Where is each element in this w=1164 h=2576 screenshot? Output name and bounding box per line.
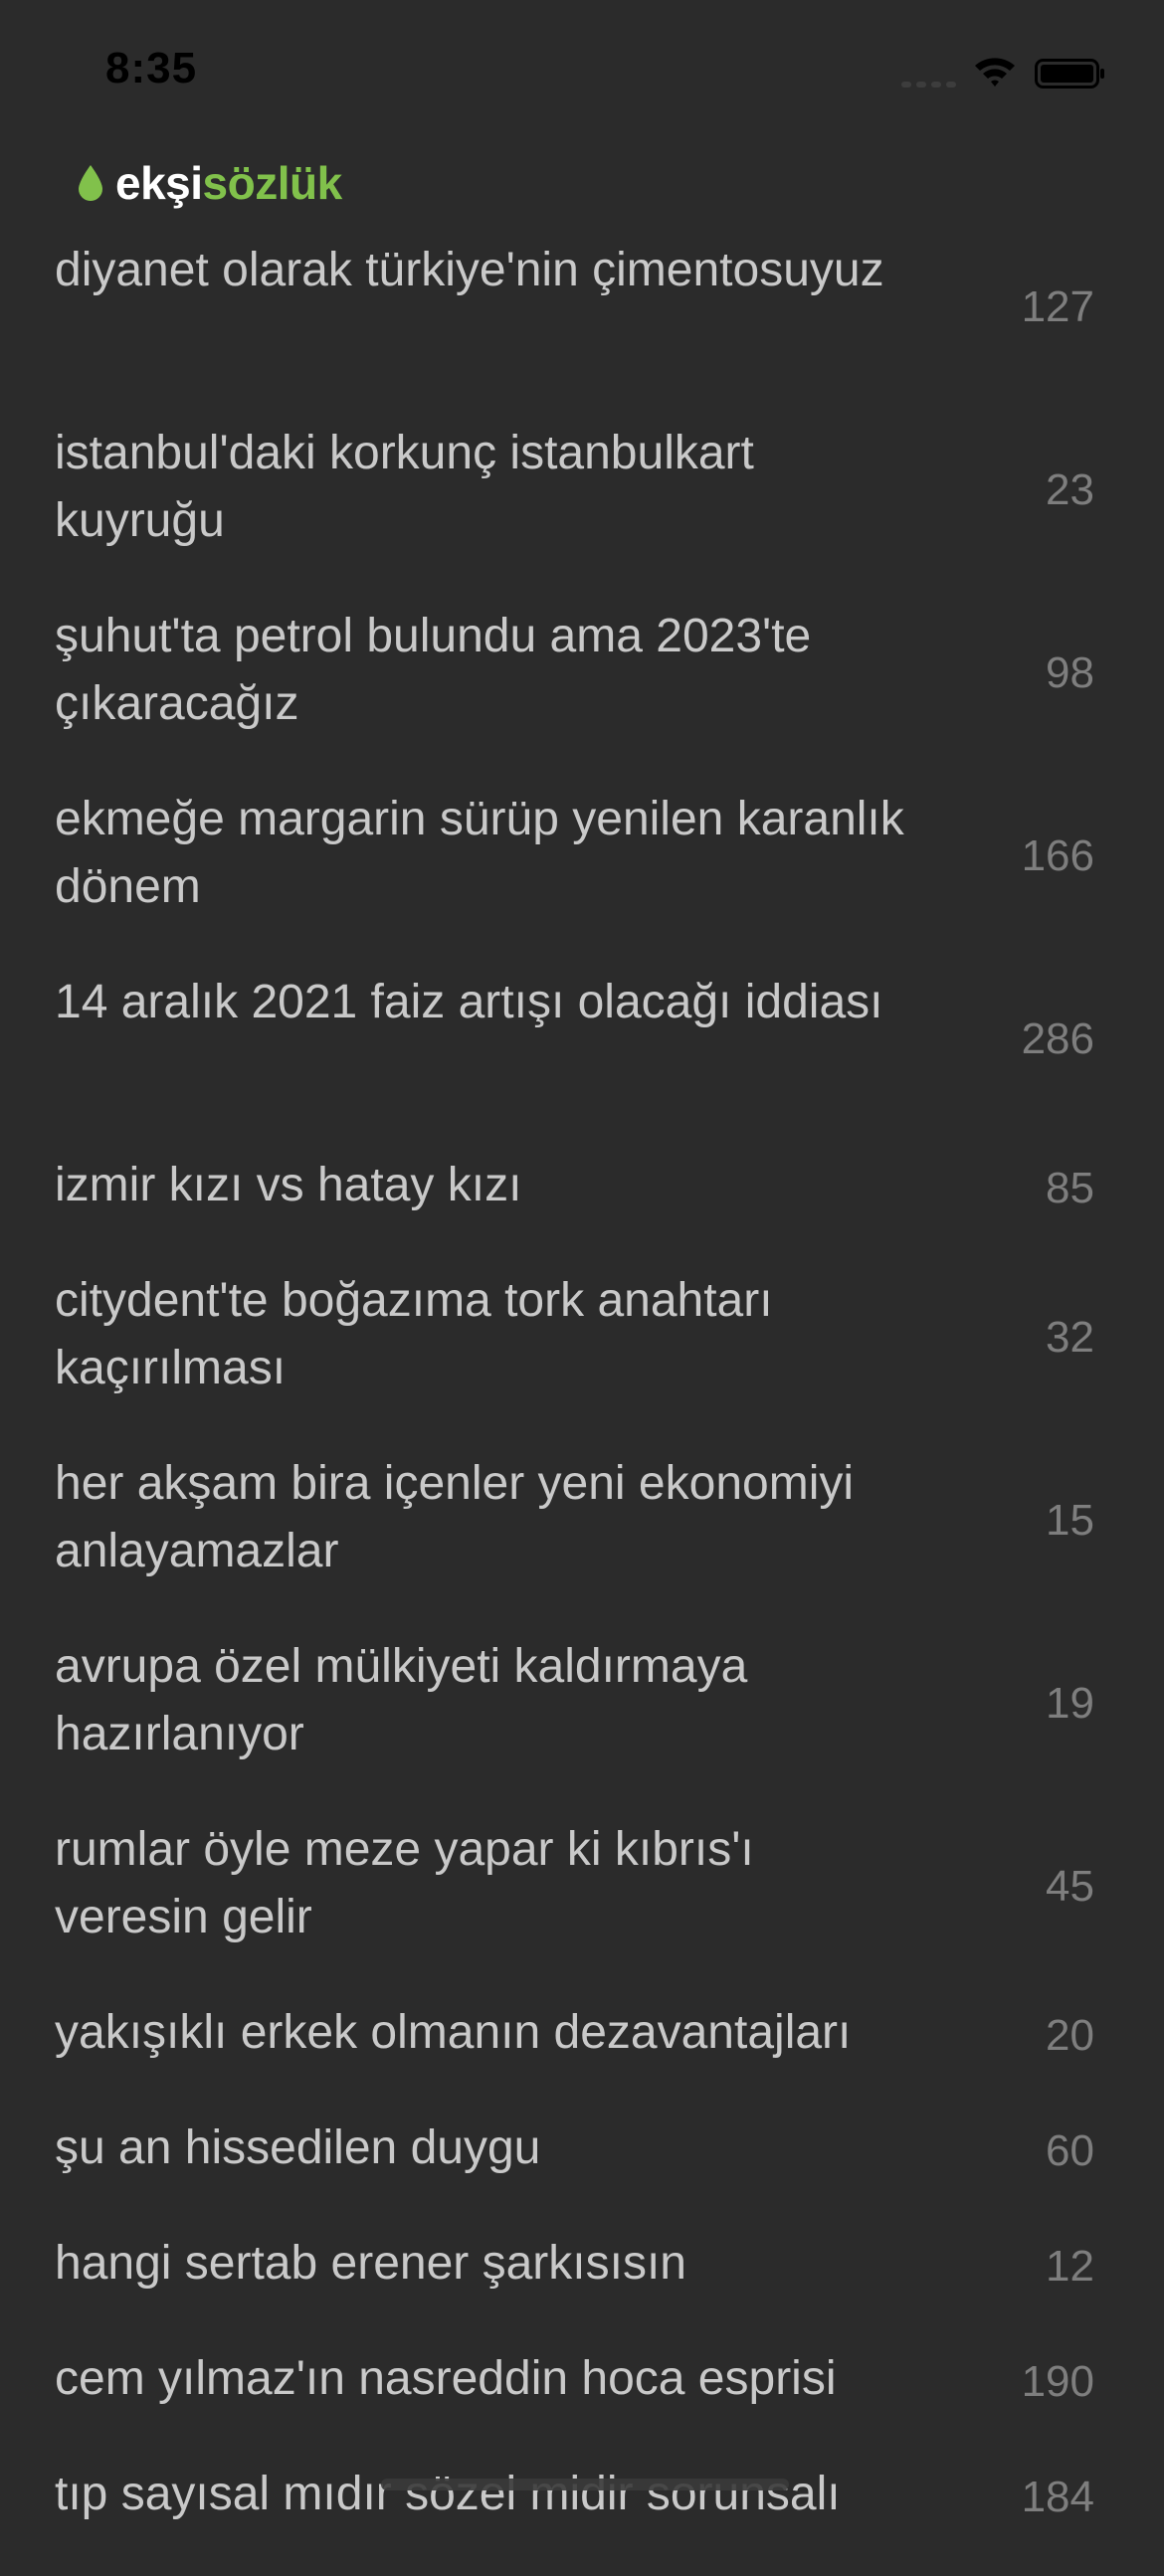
topic-entry-count: 127 — [1021, 282, 1094, 331]
topic-entry-count: 32 — [1046, 1313, 1094, 1362]
topic-entry-count: 190 — [1021, 2357, 1094, 2406]
topic-title: diyanet olarak türkiye'nin çimentosuyuz — [55, 244, 884, 296]
home-indicator[interactable] — [381, 2479, 789, 2490]
topic-title: izmir kızı vs hatay kızı — [55, 1159, 522, 1211]
topic-title: şu an hissedilen duygu — [55, 2121, 541, 2174]
topic-entry-count: 85 — [1046, 1164, 1094, 1212]
topic-list: diyanet olarak türkiye'nin çimentosuyuz … — [0, 237, 1164, 2576]
topic-entry-count: 45 — [1046, 1862, 1094, 1911]
topic-title: citydent'te boğazıma tork anahtarı kaçır… — [55, 1274, 773, 1394]
cellular-signal-icon — [901, 82, 957, 90]
topic-row[interactable]: izmir kızı vs hatay kızı 85 — [0, 1152, 1164, 1267]
topic-row[interactable]: citydent'te boğazıma tork anahtarı kaçır… — [0, 1267, 1164, 1450]
topic-row[interactable]: istanbul'daki korkunç istanbulkart kuyru… — [0, 420, 1164, 603]
topic-entry-count: 166 — [1021, 831, 1094, 880]
wifi-icon — [975, 58, 1015, 87]
app-header: ekşi sözlük — [0, 139, 1164, 239]
topic-row[interactable]: hangi sertab erener şarkısısın 12 — [0, 2230, 1164, 2345]
topic-row[interactable]: her akşam bira içenler yeni ekonomiyi an… — [0, 1450, 1164, 1633]
topic-entry-count: 60 — [1046, 2126, 1094, 2175]
topic-entry-count: 12 — [1046, 2242, 1094, 2291]
topic-row[interactable]: ekmeğe margarin sürüp yenilen karanlık d… — [0, 786, 1164, 969]
drop-icon — [79, 165, 102, 201]
topic-row[interactable]: avrupa özel mülkiyeti kaldırmaya hazırla… — [0, 1633, 1164, 1816]
status-bar: 8:35 — [0, 0, 1164, 139]
topic-entry-count: 20 — [1046, 2011, 1094, 2060]
topic-row[interactable]: 14 aralık 2021 faiz artışı olacağı iddia… — [0, 969, 1164, 1152]
topic-row[interactable]: şu an hissedilen duygu 60 — [0, 2115, 1164, 2230]
topic-row[interactable]: şuhut'ta petrol bulundu ama 2023'te çıka… — [0, 603, 1164, 786]
topic-title: 14 aralık 2021 faiz artışı olacağı iddia… — [55, 976, 883, 1028]
topic-entry-count: 286 — [1021, 1014, 1094, 1063]
topic-entry-count: 98 — [1046, 648, 1094, 697]
status-time: 8:35 — [105, 44, 198, 92]
topic-title: şuhut'ta petrol bulundu ama 2023'te çıka… — [55, 610, 812, 730]
topic-entry-count: 184 — [1021, 2473, 1094, 2521]
topic-entry-count: 15 — [1046, 1496, 1094, 1545]
topic-row[interactable]: rumlar öyle meze yapar ki kıbrıs'ı veres… — [0, 1816, 1164, 1999]
topic-row[interactable]: diyanet olarak türkiye'nin çimentosuyuz … — [0, 237, 1164, 420]
topic-entry-count: 19 — [1046, 1679, 1094, 1728]
topic-row[interactable]: yakışıklı erkek olmanın dezavantajları 2… — [0, 1999, 1164, 2115]
topic-title: rumlar öyle meze yapar ki kıbrıs'ı veres… — [55, 1823, 754, 1943]
topic-row[interactable]: cem yılmaz'ın nasreddin hoca esprisi 190 — [0, 2345, 1164, 2461]
topic-entry-count: 23 — [1046, 465, 1094, 514]
topic-title: istanbul'daki korkunç istanbulkart kuyru… — [55, 427, 754, 547]
logo-text-sozluk: sözlük — [202, 157, 343, 209]
topic-title: her akşam bira içenler yeni ekonomiyi an… — [55, 1457, 855, 1577]
topic-title: yakışıklı erkek olmanın dezavantajları — [55, 2006, 852, 2059]
battery-icon — [1035, 59, 1104, 89]
topic-title: hangi sertab erener şarkısısın — [55, 2237, 686, 2290]
eksisozluk-logo[interactable]: ekşi sözlük — [76, 153, 342, 213]
topic-title: ekmeğe margarin sürüp yenilen karanlık d… — [55, 793, 904, 913]
logo-text-eksi: ekşi — [115, 157, 203, 209]
topic-title: avrupa özel mülkiyeti kaldırmaya hazırla… — [55, 1640, 748, 1760]
topic-title: cem yılmaz'ın nasreddin hoca esprisi — [55, 2352, 837, 2405]
